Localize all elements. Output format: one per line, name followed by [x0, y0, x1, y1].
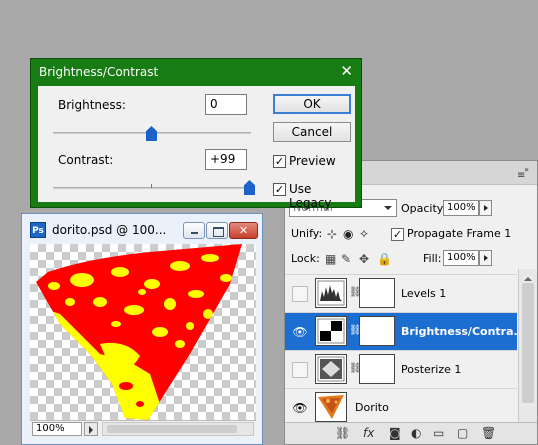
brightness-input[interactable]: 0 — [205, 94, 247, 115]
zoom-level-field[interactable]: 100% — [32, 422, 82, 436]
adjustment-layer-icon[interactable]: ◐ — [411, 426, 421, 440]
dorito-image — [36, 244, 242, 420]
layer-style-icon[interactable]: fx — [363, 426, 374, 440]
close-icon[interactable]: ✕ — [340, 62, 353, 80]
use-legacy-checkbox[interactable]: ✓ — [273, 183, 286, 196]
contrast-slider-handle[interactable] — [244, 180, 255, 195]
fill-slider-arrow-icon[interactable] — [479, 250, 492, 266]
layer-row-brightness-contrast[interactable]: 👁 ⛓ Brightness/Contra... — [285, 312, 526, 350]
contrast-slider-track[interactable] — [53, 187, 251, 189]
chevron-down-icon — [384, 206, 392, 214]
minimize-button[interactable] — [183, 222, 205, 239]
eye-icon[interactable]: 👁 — [291, 323, 309, 341]
maximize-button[interactable] — [206, 222, 228, 239]
posterize-adjustment-icon — [315, 354, 347, 384]
opacity-field[interactable]: 100% — [443, 200, 479, 216]
lock-brush-icon[interactable]: ✎ — [341, 252, 351, 266]
eye-icon[interactable]: 👁 — [291, 399, 309, 417]
document-status-bar: 100% — [30, 420, 256, 437]
scrollbar-thumb[interactable] — [522, 283, 534, 403]
cancel-button[interactable]: Cancel — [273, 122, 351, 142]
new-group-icon[interactable]: ▭ — [433, 426, 444, 440]
layer-row-dorito[interactable]: 👁 Dorito — [285, 388, 517, 426]
opacity-label: Opacity: — [401, 202, 447, 215]
lock-transparent-icon[interactable]: ▦ — [325, 252, 336, 266]
preview-checkbox[interactable]: ✓ — [273, 155, 286, 168]
fill-field[interactable]: 100% — [443, 250, 479, 266]
brightness-slider-handle[interactable] — [146, 126, 157, 141]
layer-row-posterize[interactable]: ⛓ Posterize 1 — [285, 350, 517, 388]
layer-name[interactable]: Brightness/Contra... — [401, 325, 526, 338]
photoshop-document-icon: Ps — [30, 222, 46, 238]
layer-mask-thumbnail[interactable] — [359, 316, 395, 346]
status-menu-arrow-icon[interactable] — [84, 422, 98, 436]
contrast-input[interactable]: +99 — [205, 149, 247, 170]
layers-panel-footer: ⛓ fx ◙ ◐ ▭ ▢ 🗑 — [285, 422, 537, 444]
lock-all-icon[interactable]: 🔒 — [377, 252, 392, 266]
layer-mask-thumbnail[interactable] — [359, 354, 395, 384]
brightness-contrast-dialog: Brightness/Contrast ✕ Brightness: 0 Cont… — [30, 58, 362, 210]
preview-label: Preview — [289, 154, 336, 168]
use-legacy-label: Use Legacy — [289, 182, 332, 210]
new-layer-icon[interactable]: ▢ — [457, 426, 468, 440]
fill-label: Fill: — [423, 252, 442, 265]
visibility-toggle-off[interactable] — [292, 286, 308, 302]
document-title-bar[interactable]: Ps dorito.psd @ 100... ✕ — [22, 214, 262, 246]
visibility-toggle-off[interactable] — [292, 362, 308, 378]
layers-vertical-scrollbar[interactable] — [518, 269, 537, 423]
panel-menu-icon[interactable]: ≡ — [517, 171, 531, 181]
layer-row-levels[interactable]: ⛓ Levels 1 — [285, 274, 517, 312]
layer-name[interactable]: Levels 1 — [401, 287, 446, 300]
unify-visibility-icon[interactable]: ◉ — [343, 227, 353, 241]
propagate-frame-label: Propagate Frame 1 — [407, 227, 512, 240]
unify-style-icon[interactable]: ✧ — [359, 227, 369, 241]
contrast-label: Contrast: — [58, 153, 114, 167]
link-layers-icon[interactable]: ⛓ — [335, 426, 350, 440]
ok-button[interactable]: OK — [273, 94, 351, 114]
close-window-button[interactable]: ✕ — [229, 222, 258, 239]
layer-mask-thumbnail[interactable] — [359, 278, 395, 308]
dialog-title: Brightness/Contrast — [39, 65, 159, 79]
brightness-label: Brightness: — [58, 98, 126, 112]
dialog-body: Brightness: 0 Contrast: +99 OK Cancel ✓ … — [38, 86, 355, 210]
opacity-slider-arrow-icon[interactable] — [479, 200, 492, 216]
layer-name[interactable]: Posterize 1 — [401, 363, 461, 376]
document-title: dorito.psd @ 100... — [52, 223, 167, 237]
image-canvas[interactable] — [30, 244, 256, 420]
brightness-contrast-adjustment-icon — [315, 316, 347, 346]
levels-adjustment-icon — [315, 278, 347, 308]
lock-label: Lock: — [291, 252, 320, 265]
propagate-frame-checkbox[interactable]: ✓ — [391, 228, 404, 241]
slider-center-tick — [151, 184, 152, 188]
lock-position-icon[interactable]: ✥ — [359, 252, 369, 266]
layer-name[interactable]: Dorito — [355, 401, 389, 414]
add-mask-icon[interactable]: ◙ — [389, 426, 401, 440]
scroll-up-icon[interactable] — [524, 273, 532, 281]
unify-label: Unify: — [291, 227, 323, 240]
dorito-layer-thumbnail — [315, 392, 347, 422]
unify-position-icon[interactable]: ⊹ — [327, 227, 337, 241]
horizontal-scrollbar[interactable] — [102, 422, 254, 436]
scrollbar-thumb[interactable] — [107, 425, 237, 433]
document-window: Ps dorito.psd @ 100... ✕ 100% — [21, 213, 263, 445]
delete-layer-icon[interactable]: 🗑 — [481, 426, 496, 440]
